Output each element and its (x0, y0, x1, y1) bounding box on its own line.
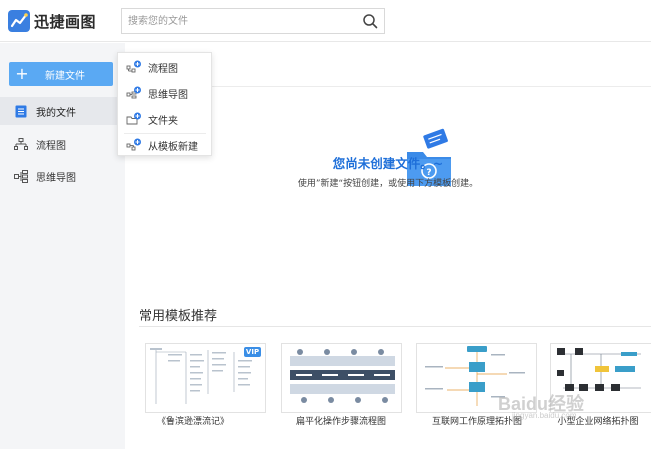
template-label[interactable]: 扁平化操作步骤流程图 (276, 414, 406, 427)
search-input[interactable] (122, 9, 352, 34)
menu-item-label: 思维导图 (148, 89, 188, 101)
new-flowchart-icon (126, 60, 142, 74)
sidebar-item-label: 思维导图 (36, 172, 76, 184)
logo-icon (8, 10, 30, 32)
template-card[interactable] (281, 343, 402, 413)
vip-badge: VIP (244, 347, 261, 357)
sidebar-item-label: 流程图 (36, 140, 66, 152)
menu-item-new-mindmap[interactable]: 思维导图 (118, 81, 211, 105)
sidebar-item-label: 我的文件 (36, 107, 76, 119)
template-card[interactable]: VIP (145, 343, 266, 413)
file-list-icon (14, 104, 28, 118)
new-mindmap-icon (126, 86, 142, 100)
template-thumbnail (290, 349, 395, 403)
app-header: 迅捷画图 (0, 0, 651, 42)
templates-divider (139, 326, 651, 327)
sidebar-item-mindmap[interactable]: 思维导图 (0, 162, 125, 190)
new-from-template-icon (126, 138, 142, 152)
menu-item-new-from-template[interactable]: 从模板新建 (118, 133, 211, 157)
sidebar-item-my-files[interactable]: 我的文件 (0, 97, 125, 125)
mindmap-icon (14, 169, 28, 183)
template-label[interactable]: 《鲁滨逊漂流记》 (128, 414, 258, 427)
flowchart-icon (14, 137, 28, 151)
menu-item-label: 流程图 (148, 63, 178, 75)
sidebar-item-flowchart[interactable]: 流程图 (0, 130, 125, 158)
new-file-button[interactable]: + 新建文件 (9, 62, 113, 86)
empty-state-description: 使用”新建“按钮创建，或使用下方模板创建。 (297, 179, 479, 189)
search-icon[interactable] (362, 13, 378, 33)
new-file-dropdown: 流程图 思维导图 文件夹 从模板新建 (117, 52, 212, 156)
app-logo[interactable]: 迅捷画图 (8, 9, 96, 33)
app-name: 迅捷画图 (34, 12, 97, 31)
sidebar: + 新建文件 我的文件 流程图 思维导图 (0, 43, 125, 449)
baidu-watermark-url: jingyan.baidu.com (512, 411, 577, 420)
menu-item-new-flowchart[interactable]: 流程图 (118, 55, 211, 79)
new-file-label: 新建文件 (45, 70, 85, 82)
new-folder-icon (126, 112, 142, 126)
menu-item-label: 从模板新建 (148, 141, 198, 153)
menu-item-new-folder[interactable]: 文件夹 (118, 107, 211, 131)
menu-item-label: 文件夹 (148, 115, 178, 127)
search-box[interactable] (121, 8, 385, 34)
templates-title: 常用模板推荐 (139, 309, 218, 324)
plus-icon: + (15, 64, 29, 83)
